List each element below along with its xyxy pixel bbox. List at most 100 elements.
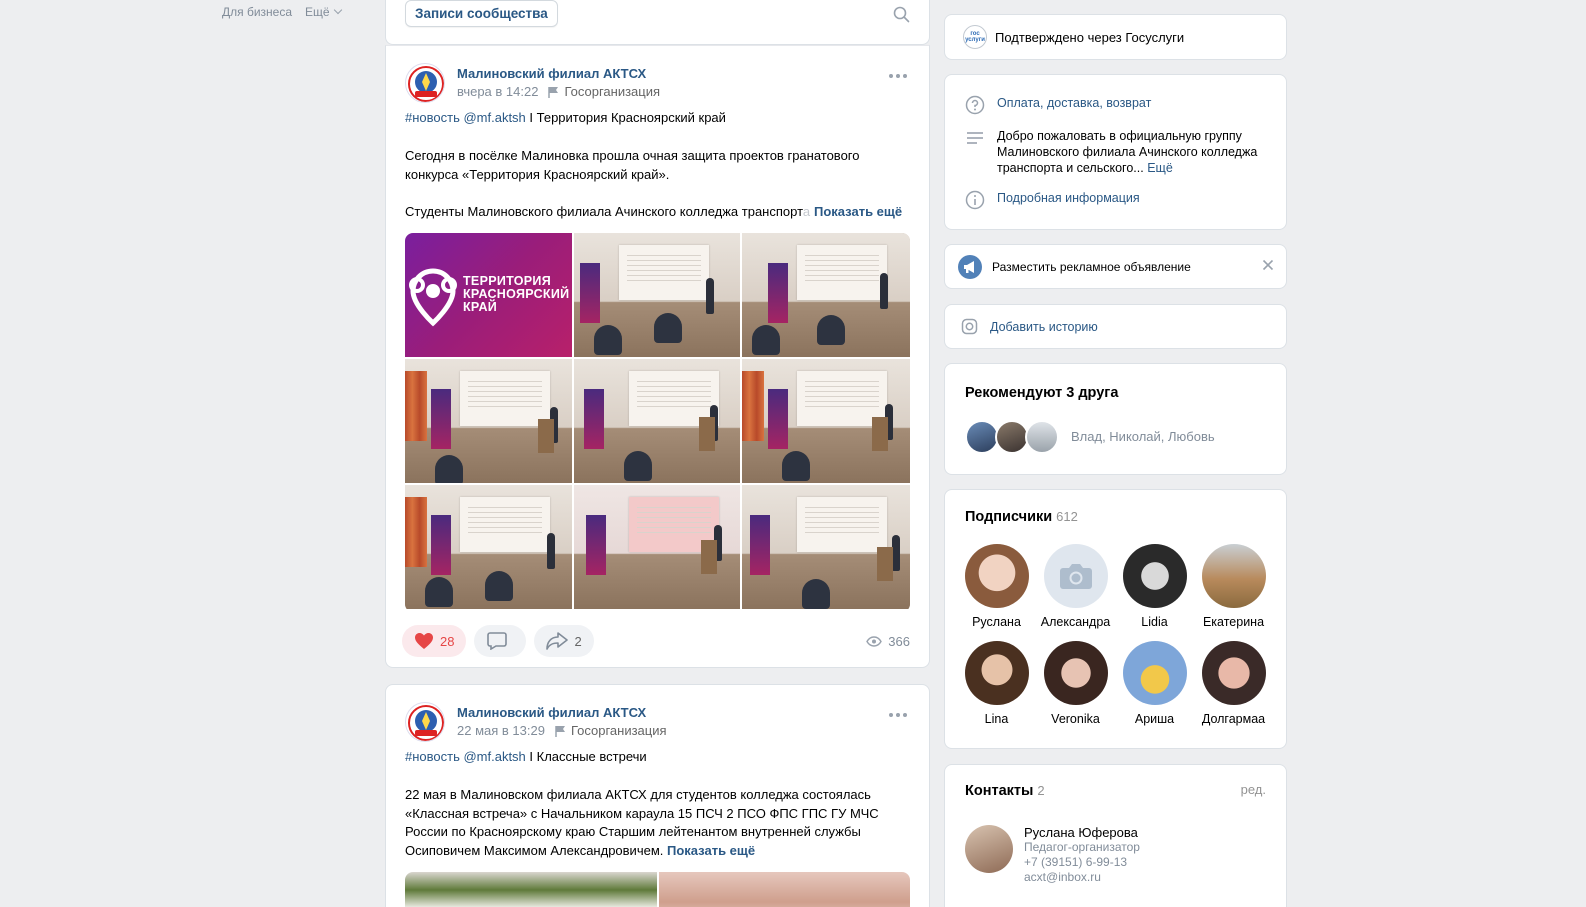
megaphone-icon (958, 254, 982, 279)
share-icon (546, 632, 569, 650)
photo-tile[interactable] (742, 233, 910, 357)
more-icon[interactable] (889, 74, 907, 78)
more-icon[interactable] (889, 713, 907, 717)
friends-recommend-card: Рекомендуют 3 друга Влад, Николай, Любов… (944, 363, 1287, 475)
post-org-type: Госорганизация (570, 723, 667, 738)
like-count: 28 (440, 633, 455, 649)
contact-email[interactable]: acxt@inbox.ru (1024, 870, 1140, 885)
photo-tile[interactable] (574, 485, 740, 609)
description-text: Добро пожаловать в официальную группу Ма… (997, 129, 1258, 175)
post-hashtags[interactable]: #новость @mf.aktsh (405, 110, 526, 125)
post-time[interactable]: 22 мая в 13:29 (457, 723, 545, 738)
photo-tile[interactable] (574, 359, 740, 483)
flag-icon (548, 86, 559, 98)
avatar[interactable] (1025, 420, 1059, 454)
contacts-card: Контакты 2 ред. Руслана Юферова Педагог-о… (944, 764, 1287, 907)
contact-name[interactable]: Руслана Юферова (1024, 825, 1140, 840)
post-org-type: Госорганизация (564, 84, 661, 99)
friends-names[interactable]: Влад, Николай, Любовь (1071, 429, 1215, 444)
subscriber[interactable]: Ариша (1115, 641, 1194, 726)
gosuslugi-card[interactable]: гос услуги Подтверждено через Госуслуги (944, 14, 1287, 60)
contact-phone: +7 (39151) 6-99-13 (1024, 855, 1128, 869)
show-more-link[interactable]: Показать ещё (667, 843, 755, 858)
avatar[interactable] (995, 420, 1029, 454)
post-title-line: #новость @mf.aktsh I Классные встречи (405, 749, 647, 764)
subscriber[interactable]: Александра (1036, 544, 1115, 629)
comment-button[interactable] (474, 625, 527, 657)
add-story-card[interactable]: Добавить историю (944, 304, 1287, 349)
show-more-link[interactable]: Показать ещё (814, 203, 902, 222)
info-details-row[interactable]: Подробная информация (965, 190, 1140, 210)
heart-icon (415, 633, 433, 649)
territory-logo-text: ТЕРРИТОРИЯ КРАСНОЯРСКИЙ КРАЙ (463, 274, 570, 314)
post-author[interactable]: Малиновский филиал АКТСХ (457, 705, 667, 720)
photo-row (405, 872, 910, 907)
details-link[interactable]: Подробная информация (997, 190, 1140, 210)
left-nav: Для бизнеса Ещё (222, 5, 341, 19)
close-icon[interactable] (1262, 259, 1274, 271)
avatar[interactable] (965, 825, 1013, 873)
info-description-row: Добро пожаловать в официальную группу Ма… (965, 128, 1265, 176)
description-more-link[interactable]: Ещё (1147, 161, 1173, 175)
add-story-link[interactable]: Добавить историю (990, 320, 1098, 334)
post-paragraph: 22 мая в Малиновском филиала АКТСХ для с… (405, 787, 879, 859)
info-payment-row[interactable]: Оплата, доставка, возврат (965, 95, 1151, 115)
territory-logo-icon (409, 268, 457, 327)
photo-tile[interactable] (742, 359, 910, 483)
post-header: Малиновский филиал АКТСХ 22 мая в 13:29 … (405, 702, 667, 742)
post-time[interactable]: вчера в 14:22 (457, 84, 538, 99)
post-paragraph: Сегодня в посёлке Малиновка прошла очная… (405, 148, 860, 182)
tab-community-posts[interactable]: Записи сообщества (405, 0, 558, 27)
friend-avatars[interactable] (965, 420, 1059, 454)
share-button[interactable]: 2 (534, 625, 594, 657)
question-icon (965, 95, 985, 115)
college-logo-icon (408, 705, 444, 741)
photo-tile[interactable] (405, 872, 657, 907)
eye-icon (866, 636, 883, 647)
subscriber[interactable]: Екатерина (1194, 544, 1273, 629)
community-avatar[interactable] (405, 702, 445, 742)
info-icon (965, 190, 985, 210)
camera-placeholder-icon (1059, 564, 1092, 589)
post-actions: 28 2 (402, 625, 594, 657)
post-author[interactable]: Малиновский филиал АКТСХ (457, 66, 660, 81)
contact-role: Педагог-организатор (1024, 840, 1140, 854)
search-icon[interactable] (893, 6, 910, 23)
comment-icon (487, 632, 508, 650)
post-paragraph-truncated: Студенты Малиновского филиала Ачинского … (405, 203, 910, 222)
photo-tile[interactable] (742, 485, 910, 609)
subscriber[interactable]: Lidia (1115, 544, 1194, 629)
subscribers-count: 612 (1056, 509, 1078, 524)
like-button[interactable]: 28 (402, 625, 467, 657)
camera-icon (961, 318, 978, 335)
avatar[interactable] (965, 420, 999, 454)
ad-card[interactable]: Разместить рекламное объявление (944, 244, 1287, 289)
subscriber[interactable]: Долгармаа (1194, 641, 1273, 726)
nav-more-menu[interactable]: Ещё (305, 5, 341, 19)
photo-tile[interactable] (574, 233, 740, 357)
community-info: Оплата, доставка, возврат Добро пожалова… (944, 74, 1287, 230)
community-avatar[interactable] (405, 63, 445, 103)
subscribers-title: Подписчики 612 (965, 509, 1078, 525)
view-counter: 366 (866, 634, 910, 649)
contact-item[interactable]: Руслана Юферова Педагог-организатор +7 (… (965, 825, 1140, 885)
post-hashtags[interactable]: #новость @mf.aktsh (405, 749, 526, 764)
subscriber[interactable]: Veronika (1036, 641, 1115, 726)
post: Малиновский филиал АКТСХ вчера в 14:22 Г… (385, 45, 930, 668)
post: Малиновский филиал АКТСХ 22 мая в 13:29 … (385, 684, 930, 907)
photo-tile[interactable] (405, 485, 572, 609)
contacts-edit-link[interactable]: ред. (1241, 782, 1266, 797)
photo-tile[interactable] (658, 872, 910, 907)
text-lines-icon (967, 132, 983, 144)
subscriber[interactable]: Lina (957, 641, 1036, 726)
contacts-title: Контакты 2 (965, 783, 1045, 799)
views-count: 366 (888, 634, 910, 649)
subscriber[interactable]: Руслана (957, 544, 1036, 629)
post-header: Малиновский филиал АКТСХ вчера в 14:22 Г… (405, 63, 660, 103)
payment-link[interactable]: Оплата, доставка, возврат (997, 95, 1151, 115)
nav-business-link[interactable]: Для бизнеса (222, 5, 292, 19)
photo-tile[interactable]: ТЕРРИТОРИЯ КРАСНОЯРСКИЙ КРАЙ (405, 233, 572, 357)
share-count: 2 (574, 633, 582, 649)
photo-tile[interactable] (405, 359, 572, 483)
post-title-line: #новость @mf.aktsh I Территория Краснояр… (405, 110, 726, 125)
